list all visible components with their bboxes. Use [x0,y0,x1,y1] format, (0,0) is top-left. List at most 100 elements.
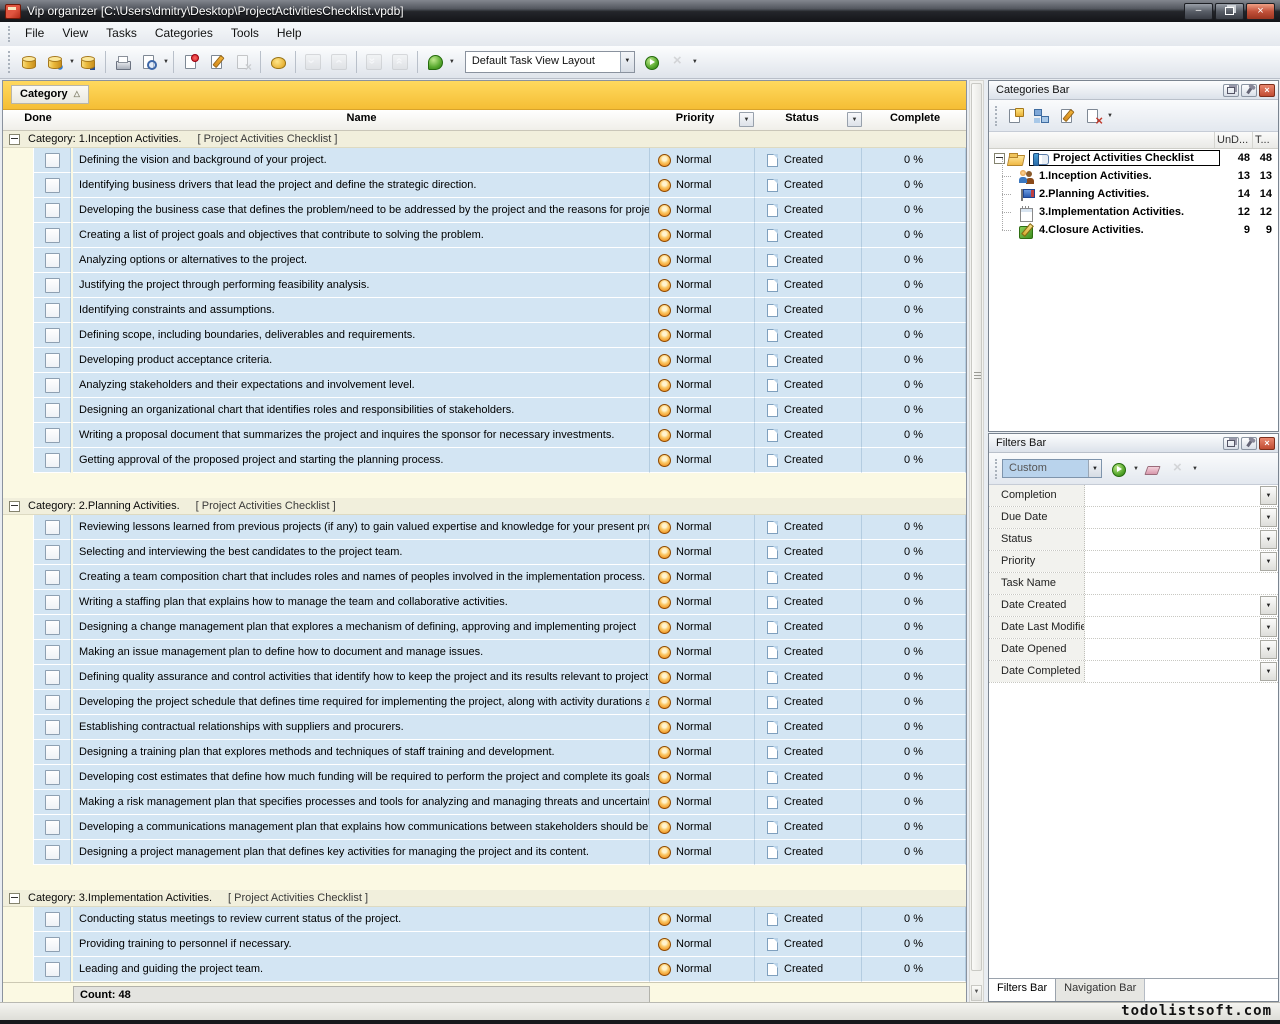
done-checkbox[interactable] [45,228,60,243]
done-checkbox[interactable] [45,670,60,685]
complete-cell[interactable]: 0 % [862,715,966,740]
menu-item-help[interactable]: Help [268,22,311,46]
priority-cell[interactable]: Normal [650,515,755,540]
panel-close-button[interactable]: × [1259,437,1275,450]
done-checkbox[interactable] [45,278,60,293]
status-cell[interactable]: Created [755,665,862,690]
status-cell[interactable]: Created [755,840,862,865]
priority-cell[interactable]: Normal [650,565,755,590]
task-name-cell[interactable]: Creating a list of project goals and obj… [73,223,650,248]
group-by-category-button[interactable]: Category △ [11,85,89,104]
task-name-cell[interactable]: Developing cost estimates that define ho… [73,765,650,790]
delete-category-button[interactable] [1080,103,1106,129]
menu-item-categories[interactable]: Categories [146,22,222,46]
task-name-cell[interactable]: Defining scope, including boundaries, de… [73,323,650,348]
restore-button[interactable] [1215,3,1244,20]
status-cell[interactable]: Created [755,565,862,590]
priority-cell[interactable]: Normal [650,298,755,323]
status-cell[interactable]: Created [755,740,862,765]
done-checkbox[interactable] [45,403,60,418]
panel-restore-button[interactable] [1223,84,1239,97]
task-name-cell[interactable]: Designing an organizational chart that i… [73,398,650,423]
dropdown-caret-icon[interactable]: ▼ [1192,466,1198,472]
print-button[interactable] [110,49,136,75]
done-checkbox[interactable] [45,328,60,343]
status-cell[interactable]: Created [755,373,862,398]
filter-dropdown-button[interactable]: ▼ [1260,530,1277,549]
done-checkbox[interactable] [45,153,60,168]
apply-layout-button[interactable] [639,49,665,75]
complete-cell[interactable]: 0 % [862,932,966,957]
status-cell[interactable]: Created [755,690,862,715]
task-name-cell[interactable]: Justifying the project through performin… [73,273,650,298]
task-name-cell[interactable]: Reviewing lessons learned from previous … [73,515,650,540]
status-cell[interactable]: Created [755,173,862,198]
done-checkbox[interactable] [45,353,60,368]
clear-filter-button[interactable] [1139,456,1165,482]
task-name-cell[interactable]: Writing a proposal document that summari… [73,423,650,448]
filter-dropdown-button[interactable]: ▼ [1260,618,1277,637]
column-header-status[interactable]: Status [758,112,846,124]
priority-cell[interactable]: Normal [650,348,755,373]
filter-value[interactable] [1085,617,1259,638]
status-cell[interactable]: Created [755,540,862,565]
task-name-cell[interactable]: Getting approval of the proposed project… [73,448,650,473]
priority-cell[interactable]: Normal [650,715,755,740]
column-header-name[interactable]: Name [73,112,650,124]
dropdown-caret-icon[interactable]: ▼ [1107,113,1113,119]
panel-pin-button[interactable] [1241,437,1257,450]
dropdown-caret-icon[interactable]: ▼ [449,59,455,65]
column-header-done[interactable]: Done [3,112,73,124]
status-cell[interactable]: Created [755,223,862,248]
menu-item-view[interactable]: View [53,22,97,46]
priority-cell[interactable]: Normal [650,790,755,815]
priority-cell[interactable]: Normal [650,373,755,398]
done-checkbox[interactable] [45,570,60,585]
priority-cell[interactable]: Normal [650,740,755,765]
task-name-cell[interactable]: Making an issue management plan to defin… [73,640,650,665]
menu-item-tools[interactable]: Tools [222,22,268,46]
filter-dropdown-button[interactable]: ▼ [1260,486,1277,505]
task-name-cell[interactable]: Designing a change management plan that … [73,615,650,640]
priority-cell[interactable]: Normal [650,590,755,615]
tab-filters-bar[interactable]: Filters Bar [989,979,1056,1001]
done-checkbox[interactable] [45,428,60,443]
column-header-priority[interactable]: Priority [652,112,738,124]
category-tree-item[interactable]: Project Activities Checklist4848 [989,149,1278,167]
complete-cell[interactable]: 0 % [862,198,966,223]
done-checkbox[interactable] [45,520,60,535]
task-name-cell[interactable]: Identifying constraints and assumptions. [73,298,650,323]
save-database-button[interactable] [75,49,101,75]
priority-cell[interactable]: Normal [650,423,755,448]
dropdown-caret-icon[interactable]: ▼ [163,59,169,65]
filter-dropdown-button[interactable]: ▼ [1260,552,1277,571]
priority-cell[interactable]: Normal [650,690,755,715]
status-cell[interactable]: Created [755,423,862,448]
priority-cell[interactable]: Normal [650,907,755,932]
complete-cell[interactable]: 0 % [862,515,966,540]
status-cell[interactable]: Created [755,957,862,982]
task-name-cell[interactable]: Developing a communications management p… [73,815,650,840]
status-cell[interactable]: Created [755,448,862,473]
done-checkbox[interactable] [45,795,60,810]
done-checkbox[interactable] [45,545,60,560]
status-cell[interactable]: Created [755,615,862,640]
priority-cell[interactable]: Normal [650,840,755,865]
complete-cell[interactable]: 0 % [862,640,966,665]
task-name-cell[interactable]: Developing product acceptance criteria. [73,348,650,373]
status-cell[interactable]: Created [755,815,862,840]
filter-dropdown-button[interactable]: ▼ [1260,662,1277,681]
new-database-button[interactable] [16,49,42,75]
complete-cell[interactable]: 0 % [862,590,966,615]
done-checkbox[interactable] [45,820,60,835]
scrollbar-thumb[interactable] [971,83,982,971]
complete-cell[interactable]: 0 % [862,398,966,423]
total-column-header[interactable]: T... [1252,132,1278,148]
task-name-cell[interactable]: Establishing contractual relationships w… [73,715,650,740]
done-checkbox[interactable] [45,203,60,218]
done-checkbox[interactable] [45,962,60,977]
status-cell[interactable]: Created [755,590,862,615]
done-checkbox[interactable] [45,845,60,860]
task-name-cell[interactable]: Designing a project management plan that… [73,840,650,865]
edit-category-button[interactable] [1054,103,1080,129]
